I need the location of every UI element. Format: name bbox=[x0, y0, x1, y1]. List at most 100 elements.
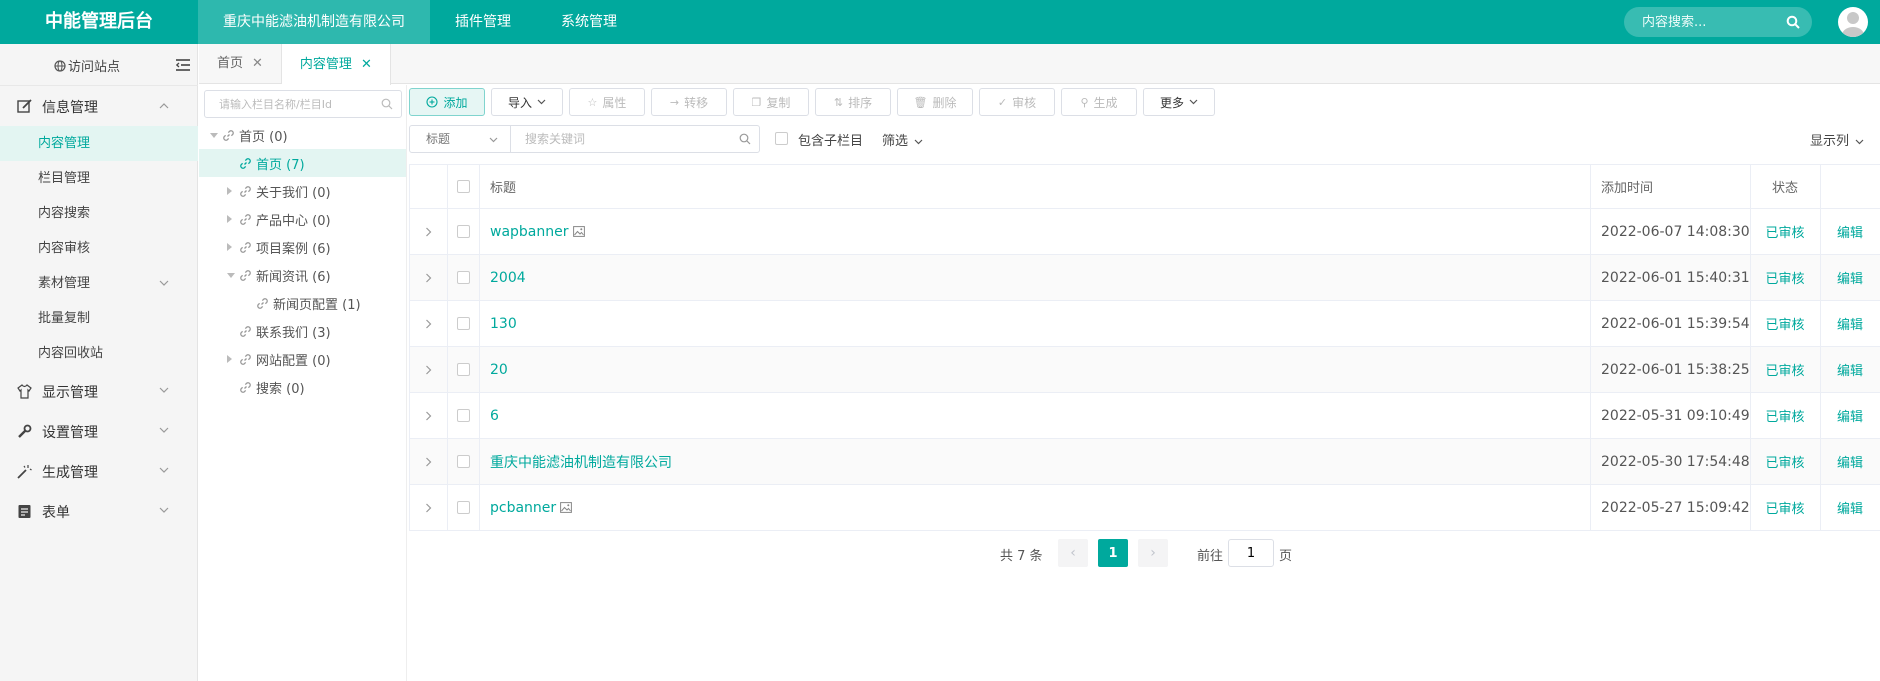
row-checkbox[interactable] bbox=[456, 271, 470, 284]
caret-down-icon[interactable] bbox=[227, 273, 235, 278]
menu-group-generate[interactable]: 生成管理 bbox=[0, 451, 198, 491]
tree-node[interactable]: 首页 (7) bbox=[199, 149, 406, 177]
page-number-button[interactable]: 1 bbox=[1098, 539, 1128, 567]
tree-node[interactable]: 联系我们 (3) bbox=[199, 317, 406, 345]
status-badge[interactable]: 已审核 bbox=[1765, 222, 1804, 241]
attribute-button[interactable]: ☆ 属性 bbox=[569, 88, 645, 116]
top-nav-site[interactable]: 重庆中能滤油机制造有限公司 bbox=[198, 0, 430, 44]
expand-row-button[interactable] bbox=[409, 255, 447, 300]
search-icon[interactable] bbox=[381, 98, 393, 110]
edit-button[interactable]: 编辑 bbox=[1837, 222, 1863, 241]
sidebar-item-column-manage[interactable]: 栏目管理 bbox=[0, 161, 198, 196]
select-all-checkbox[interactable] bbox=[456, 180, 470, 193]
tree-node[interactable]: 网站配置 (0) bbox=[199, 345, 406, 373]
menu-group-form[interactable]: 表单 bbox=[0, 491, 198, 531]
more-button[interactable]: 更多 bbox=[1143, 88, 1215, 116]
status-badge[interactable]: 已审核 bbox=[1765, 268, 1804, 287]
row-checkbox[interactable] bbox=[456, 317, 470, 330]
column-search-input[interactable] bbox=[205, 91, 375, 117]
screen-dropdown[interactable]: 筛选 bbox=[882, 130, 923, 149]
tree-node[interactable]: 新闻页配置 (1) bbox=[199, 289, 406, 317]
edit-button[interactable]: 编辑 bbox=[1837, 498, 1863, 517]
caret-right-icon[interactable] bbox=[227, 355, 232, 363]
status-badge[interactable]: 已审核 bbox=[1765, 452, 1804, 471]
row-checkbox[interactable] bbox=[456, 225, 470, 238]
edit-button[interactable]: 编辑 bbox=[1837, 268, 1863, 287]
import-button[interactable]: 导入 bbox=[491, 88, 563, 116]
content-title-link[interactable]: 2004 bbox=[490, 270, 526, 286]
delete-button[interactable]: 🗑 删除 bbox=[897, 88, 973, 116]
sidebar-item-content-manage[interactable]: 内容管理 bbox=[0, 126, 198, 161]
add-button[interactable]: 添加 bbox=[409, 88, 485, 116]
content-search-input[interactable] bbox=[1624, 7, 1784, 37]
close-icon[interactable]: ✕ bbox=[252, 44, 263, 84]
caret-right-icon[interactable] bbox=[227, 187, 232, 195]
menu-group-display[interactable]: 显示管理 bbox=[0, 371, 198, 411]
goto-page-input[interactable] bbox=[1228, 539, 1274, 567]
transfer-button[interactable]: → 转移 bbox=[651, 88, 727, 116]
expand-row-button[interactable] bbox=[409, 301, 447, 346]
caret-right-icon[interactable] bbox=[227, 243, 232, 251]
sidebar-item-content-review[interactable]: 内容审核 bbox=[0, 231, 198, 266]
visit-site-label[interactable]: 访问站点 bbox=[54, 56, 120, 75]
content-title-link[interactable]: 130 bbox=[490, 316, 517, 332]
review-button[interactable]: ✓ 审核 bbox=[979, 88, 1055, 116]
content-title-link[interactable]: wapbanner bbox=[490, 224, 569, 240]
row-checkbox[interactable] bbox=[456, 409, 470, 422]
row-checkbox[interactable] bbox=[456, 363, 470, 376]
top-nav-system[interactable]: 系统管理 bbox=[536, 0, 642, 44]
sidebar-item-recycle-bin[interactable]: 内容回收站 bbox=[0, 336, 198, 371]
close-icon[interactable]: ✕ bbox=[361, 45, 372, 85]
copy-button[interactable]: ❐ 复制 bbox=[733, 88, 809, 116]
content-title-link[interactable]: 重庆中能滤油机制造有限公司 bbox=[490, 452, 672, 472]
tree-node[interactable]: 首页 (0) bbox=[199, 121, 406, 149]
keyword-input[interactable] bbox=[511, 126, 731, 152]
include-sub-label[interactable]: 包含子栏目 bbox=[798, 130, 863, 149]
tree-node[interactable]: 项目案例 (6) bbox=[199, 233, 406, 261]
include-sub-checkbox[interactable] bbox=[775, 132, 788, 145]
status-badge[interactable]: 已审核 bbox=[1765, 406, 1804, 425]
row-checkbox[interactable] bbox=[456, 455, 470, 468]
generate-button[interactable]: ⚲ 生成 bbox=[1061, 88, 1137, 116]
next-page-button[interactable]: › bbox=[1138, 539, 1168, 567]
expand-row-button[interactable] bbox=[409, 347, 447, 392]
menu-fold-icon[interactable] bbox=[176, 59, 190, 71]
edit-button[interactable]: 编辑 bbox=[1837, 452, 1863, 471]
visit-site[interactable]: 访问站点 bbox=[0, 44, 198, 86]
status-badge[interactable]: 已审核 bbox=[1765, 314, 1804, 333]
menu-group-info[interactable]: 信息管理 bbox=[0, 86, 198, 126]
content-title-link[interactable]: 20 bbox=[490, 362, 508, 378]
edit-button[interactable]: 编辑 bbox=[1837, 314, 1863, 333]
sidebar-item-content-search[interactable]: 内容搜索 bbox=[0, 196, 198, 231]
sort-button[interactable]: ⇅ 排序 bbox=[815, 88, 891, 116]
expand-row-button[interactable] bbox=[409, 485, 447, 530]
tree-node[interactable]: 搜索 (0) bbox=[199, 373, 406, 401]
expand-row-button[interactable] bbox=[409, 393, 447, 438]
expand-row-button[interactable] bbox=[409, 439, 447, 484]
content-title-link[interactable]: pcbanner bbox=[490, 500, 556, 516]
tree-node[interactable]: 新闻资讯 (6) bbox=[199, 261, 406, 289]
top-nav-plugins[interactable]: 插件管理 bbox=[430, 0, 536, 44]
tab-content-manage[interactable]: 内容管理 ✕ bbox=[281, 44, 391, 85]
content-title-link[interactable]: 6 bbox=[490, 408, 499, 424]
tab-home[interactable]: 首页 ✕ bbox=[199, 44, 282, 84]
prev-page-button[interactable]: ‹ bbox=[1058, 539, 1088, 567]
sidebar-item-batch-copy[interactable]: 批量复制 bbox=[0, 301, 198, 336]
tree-node[interactable]: 关于我们 (0) bbox=[199, 177, 406, 205]
search-icon[interactable] bbox=[739, 133, 751, 145]
edit-button[interactable]: 编辑 bbox=[1837, 360, 1863, 379]
menu-group-settings[interactable]: 设置管理 bbox=[0, 411, 198, 451]
expand-row-button[interactable] bbox=[409, 209, 447, 254]
status-badge[interactable]: 已审核 bbox=[1765, 360, 1804, 379]
edit-button[interactable]: 编辑 bbox=[1837, 406, 1863, 425]
tree-node[interactable]: 产品中心 (0) bbox=[199, 205, 406, 233]
search-icon[interactable] bbox=[1786, 15, 1800, 29]
caret-right-icon[interactable] bbox=[227, 215, 232, 223]
caret-down-icon[interactable] bbox=[210, 133, 218, 138]
sidebar-item-material-manage[interactable]: 素材管理 bbox=[0, 266, 198, 301]
row-checkbox[interactable] bbox=[456, 501, 470, 514]
avatar[interactable] bbox=[1838, 7, 1868, 37]
show-columns-dropdown[interactable]: 显示列 bbox=[1810, 130, 1864, 149]
status-badge[interactable]: 已审核 bbox=[1765, 498, 1804, 517]
field-select[interactable]: 标题 bbox=[409, 125, 511, 153]
